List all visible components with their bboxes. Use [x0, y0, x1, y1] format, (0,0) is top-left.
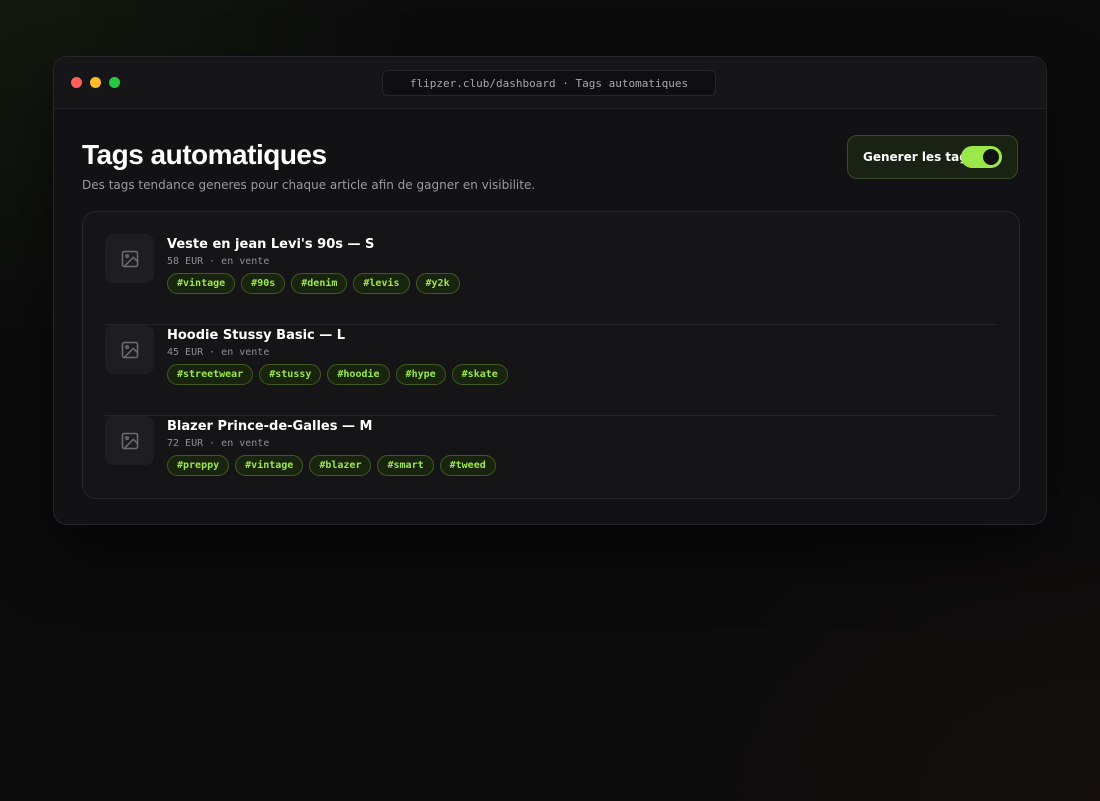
tag-chip[interactable]: #y2k: [415, 273, 460, 294]
tag-list: #vintage #90s #denim #levis #y2k: [167, 273, 460, 294]
tag-list: #preppy #vintage #blazer #smart #tweed: [167, 455, 496, 476]
item-meta: 58 EUR · en vente: [167, 256, 270, 267]
image-placeholder-icon: [121, 250, 138, 267]
generate-tags-label: Generer les tags: [863, 150, 975, 164]
tag-chip[interactable]: #preppy: [167, 455, 230, 476]
switch-knob: [983, 149, 999, 165]
list-item[interactable]: Hoodie Stussy Basic — L 45 EUR · en vent…: [105, 325, 997, 416]
tag-chip[interactable]: #levis: [353, 273, 410, 294]
generate-tags-switch[interactable]: [961, 146, 1002, 168]
item-title: Hoodie Stussy Basic — L: [167, 328, 346, 343]
tag-chip[interactable]: #blazer: [309, 455, 372, 476]
tag-list: #streetwear #stussy #hoodie #hype #skate: [167, 364, 508, 385]
item-thumbnail: [105, 416, 154, 465]
image-placeholder-icon: [121, 432, 138, 449]
tag-chip[interactable]: #hoodie: [327, 364, 390, 385]
generate-tags-toggle-container[interactable]: Generer les tags: [847, 135, 1018, 179]
page-subtitle: Des tags tendance generes pour chaque ar…: [82, 178, 536, 192]
url-bar[interactable]: flipzer.club/dashboard · Tags automatiqu…: [382, 70, 716, 96]
item-title: Veste en jean Levi's 90s — S: [167, 237, 375, 252]
tag-chip[interactable]: #skate: [451, 364, 508, 385]
tag-chip[interactable]: #tweed: [439, 455, 496, 476]
tag-chip[interactable]: #vintage: [167, 273, 236, 294]
item-thumbnail: [105, 325, 154, 374]
item-meta: 45 EUR · en vente: [167, 347, 270, 358]
tag-chip[interactable]: #smart: [377, 455, 434, 476]
tag-chip[interactable]: #hype: [395, 364, 446, 385]
image-placeholder-icon: [121, 341, 138, 358]
minimize-window-button[interactable]: [90, 77, 101, 88]
tag-chip[interactable]: #vintage: [235, 455, 304, 476]
item-title: Blazer Prince-de-Galles — M: [167, 419, 373, 434]
titlebar: flipzer.club/dashboard · Tags automatiqu…: [54, 57, 1046, 109]
tag-chip[interactable]: #90s: [241, 273, 286, 294]
page-title: Tags automatiques: [82, 139, 327, 170]
item-meta: 72 EUR · en vente: [167, 438, 270, 449]
items-card: Veste en jean Levi's 90s — S 58 EUR · en…: [82, 211, 1020, 499]
item-thumbnail: [105, 234, 154, 283]
window-controls: [71, 77, 120, 88]
browser-window: flipzer.club/dashboard · Tags automatiqu…: [53, 56, 1047, 525]
tag-chip[interactable]: #stussy: [259, 364, 322, 385]
close-window-button[interactable]: [71, 77, 82, 88]
maximize-window-button[interactable]: [109, 77, 120, 88]
tag-chip[interactable]: #streetwear: [167, 364, 254, 385]
list-item[interactable]: Veste en jean Levi's 90s — S 58 EUR · en…: [105, 234, 997, 325]
tag-chip[interactable]: #denim: [291, 273, 348, 294]
list-item[interactable]: Blazer Prince-de-Galles — M 72 EUR · en …: [105, 416, 997, 507]
page-content: Tags automatiques Des tags tendance gene…: [54, 109, 1046, 524]
